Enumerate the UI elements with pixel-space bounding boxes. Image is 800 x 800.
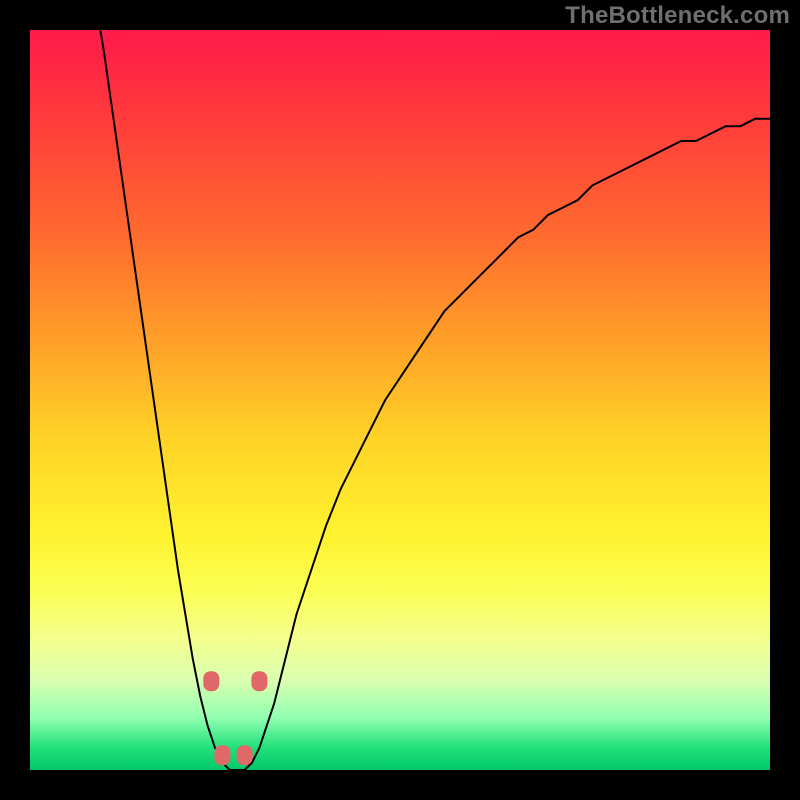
watermark-text: TheBottleneck.com [565, 2, 790, 30]
plot-area [30, 30, 770, 770]
curve-marker-1 [214, 745, 230, 765]
figure-container: TheBottleneck.com [0, 0, 800, 800]
bottleneck-curve [100, 30, 770, 770]
curve-marker-0 [203, 671, 219, 691]
curve-marker-2 [237, 745, 253, 765]
curve-marker-3 [251, 671, 267, 691]
chart-svg [30, 30, 770, 770]
